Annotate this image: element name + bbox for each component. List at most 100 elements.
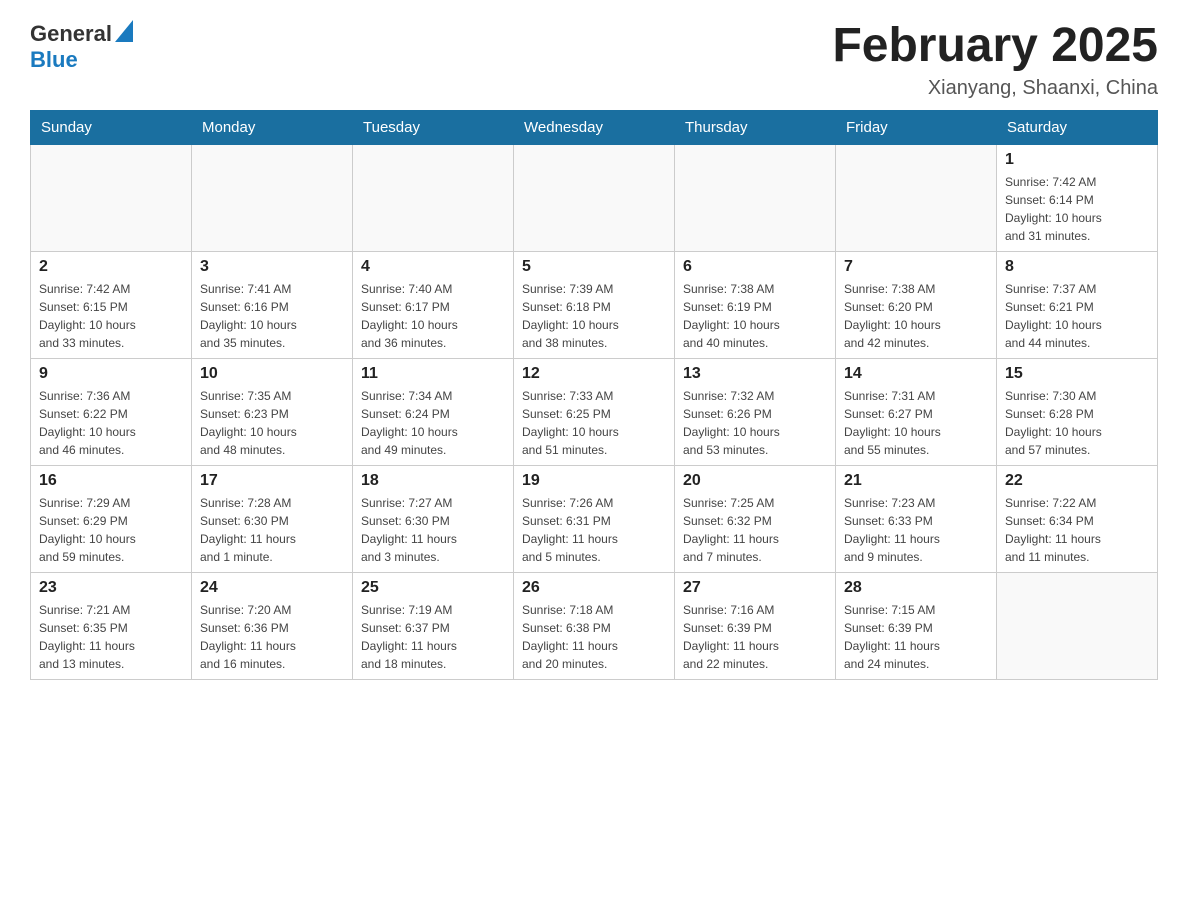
day-number: 25: [361, 579, 505, 597]
day-info: Sunrise: 7:27 AM Sunset: 6:30 PM Dayligh…: [361, 494, 505, 566]
calendar-cell: 26 Sunrise: 7:18 AM Sunset: 6:38 PM Dayli…: [514, 572, 675, 679]
day-number: 27: [683, 579, 827, 597]
calendar-cell: 10 Sunrise: 7:35 AM Sunset: 6:23 PM Dayli…: [192, 358, 353, 465]
day-number: 15: [1005, 365, 1149, 383]
day-info: Sunrise: 7:15 AM Sunset: 6:39 PM Dayligh…: [844, 601, 988, 673]
day-number: 4: [361, 258, 505, 276]
calendar-cell: 27 Sunrise: 7:16 AM Sunset: 6:39 PM Dayli…: [675, 572, 836, 679]
calendar-cell: 19 Sunrise: 7:26 AM Sunset: 6:31 PM Dayli…: [514, 465, 675, 572]
day-number: 16: [39, 472, 183, 490]
weekday-header-tuesday: Tuesday: [353, 110, 514, 144]
day-number: 1: [1005, 151, 1149, 169]
day-info: Sunrise: 7:28 AM Sunset: 6:30 PM Dayligh…: [200, 494, 344, 566]
day-number: 13: [683, 365, 827, 383]
calendar-cell: 25 Sunrise: 7:19 AM Sunset: 6:37 PM Dayli…: [353, 572, 514, 679]
day-info: Sunrise: 7:33 AM Sunset: 6:25 PM Dayligh…: [522, 387, 666, 459]
calendar-cell: 11 Sunrise: 7:34 AM Sunset: 6:24 PM Dayli…: [353, 358, 514, 465]
calendar-table: SundayMondayTuesdayWednesdayThursdayFrid…: [30, 110, 1158, 680]
day-info: Sunrise: 7:21 AM Sunset: 6:35 PM Dayligh…: [39, 601, 183, 673]
calendar-cell: 2 Sunrise: 7:42 AM Sunset: 6:15 PM Daylig…: [31, 251, 192, 358]
calendar-cell: 18 Sunrise: 7:27 AM Sunset: 6:30 PM Dayli…: [353, 465, 514, 572]
day-info: Sunrise: 7:42 AM Sunset: 6:15 PM Dayligh…: [39, 280, 183, 352]
day-info: Sunrise: 7:25 AM Sunset: 6:32 PM Dayligh…: [683, 494, 827, 566]
week-row-2: 2 Sunrise: 7:42 AM Sunset: 6:15 PM Daylig…: [31, 251, 1158, 358]
logo-blue-text: Blue: [30, 47, 78, 73]
calendar-cell: 20 Sunrise: 7:25 AM Sunset: 6:32 PM Dayli…: [675, 465, 836, 572]
day-number: 14: [844, 365, 988, 383]
day-number: 19: [522, 472, 666, 490]
weekday-header-monday: Monday: [192, 110, 353, 144]
day-info: Sunrise: 7:20 AM Sunset: 6:36 PM Dayligh…: [200, 601, 344, 673]
day-number: 17: [200, 472, 344, 490]
calendar-cell: [836, 144, 997, 251]
calendar-cell: 6Sunrise: 7:38 AM Sunset: 6:19 PM Daylig…: [675, 251, 836, 358]
day-info: Sunrise: 7:29 AM Sunset: 6:29 PM Dayligh…: [39, 494, 183, 566]
day-number: 22: [1005, 472, 1149, 490]
calendar-cell: 21 Sunrise: 7:23 AM Sunset: 6:33 PM Dayli…: [836, 465, 997, 572]
day-info: Sunrise: 7:35 AM Sunset: 6:23 PM Dayligh…: [200, 387, 344, 459]
day-number: 20: [683, 472, 827, 490]
calendar-cell: 24 Sunrise: 7:20 AM Sunset: 6:36 PM Dayli…: [192, 572, 353, 679]
weekday-header-wednesday: Wednesday: [514, 110, 675, 144]
day-info: Sunrise: 7:40 AM Sunset: 6:17 PM Dayligh…: [361, 280, 505, 352]
calendar-cell: 9Sunrise: 7:36 AM Sunset: 6:22 PM Daylig…: [31, 358, 192, 465]
week-row-1: 1 Sunrise: 7:42 AM Sunset: 6:14 PM Daylig…: [31, 144, 1158, 251]
day-number: 21: [844, 472, 988, 490]
day-number: 24: [200, 579, 344, 597]
day-number: 10: [200, 365, 344, 383]
day-info: Sunrise: 7:23 AM Sunset: 6:33 PM Dayligh…: [844, 494, 988, 566]
day-number: 6: [683, 258, 827, 276]
calendar-cell: [192, 144, 353, 251]
day-number: 5: [522, 258, 666, 276]
day-number: 28: [844, 579, 988, 597]
calendar-cell: [675, 144, 836, 251]
calendar-cell: 15 Sunrise: 7:30 AM Sunset: 6:28 PM Dayli…: [997, 358, 1158, 465]
calendar-cell: 1 Sunrise: 7:42 AM Sunset: 6:14 PM Daylig…: [997, 144, 1158, 251]
calendar-cell: 8Sunrise: 7:37 AM Sunset: 6:21 PM Daylig…: [997, 251, 1158, 358]
day-info: Sunrise: 7:34 AM Sunset: 6:24 PM Dayligh…: [361, 387, 505, 459]
calendar-cell: 16 Sunrise: 7:29 AM Sunset: 6:29 PM Dayli…: [31, 465, 192, 572]
calendar-cell: [514, 144, 675, 251]
weekday-header-friday: Friday: [836, 110, 997, 144]
calendar-cell: 3Sunrise: 7:41 AM Sunset: 6:16 PM Daylig…: [192, 251, 353, 358]
day-info: Sunrise: 7:19 AM Sunset: 6:37 PM Dayligh…: [361, 601, 505, 673]
day-number: 18: [361, 472, 505, 490]
day-info: Sunrise: 7:30 AM Sunset: 6:28 PM Dayligh…: [1005, 387, 1149, 459]
day-info: Sunrise: 7:36 AM Sunset: 6:22 PM Dayligh…: [39, 387, 183, 459]
day-info: Sunrise: 7:32 AM Sunset: 6:26 PM Dayligh…: [683, 387, 827, 459]
calendar-cell: 12 Sunrise: 7:33 AM Sunset: 6:25 PM Dayli…: [514, 358, 675, 465]
calendar-cell: 7 Sunrise: 7:38 AM Sunset: 6:20 PM Daylig…: [836, 251, 997, 358]
day-info: Sunrise: 7:38 AM Sunset: 6:20 PM Dayligh…: [844, 280, 988, 352]
month-title: February 2025: [832, 20, 1158, 73]
day-number: 3: [200, 258, 344, 276]
calendar-cell: 22Sunrise: 7:22 AM Sunset: 6:34 PM Dayli…: [997, 465, 1158, 572]
day-info: Sunrise: 7:37 AM Sunset: 6:21 PM Dayligh…: [1005, 280, 1149, 352]
title-block: February 2025 Xianyang, Shaanxi, China: [832, 20, 1158, 100]
calendar-cell: [31, 144, 192, 251]
weekday-header-row: SundayMondayTuesdayWednesdayThursdayFrid…: [31, 110, 1158, 144]
calendar-cell: 14 Sunrise: 7:31 AM Sunset: 6:27 PM Dayli…: [836, 358, 997, 465]
calendar-cell: 13 Sunrise: 7:32 AM Sunset: 6:26 PM Dayli…: [675, 358, 836, 465]
day-info: Sunrise: 7:42 AM Sunset: 6:14 PM Dayligh…: [1005, 173, 1149, 245]
page-header: General Blue February 2025 Xianyang, Sha…: [30, 20, 1158, 100]
calendar-cell: 28 Sunrise: 7:15 AM Sunset: 6:39 PM Dayli…: [836, 572, 997, 679]
day-info: Sunrise: 7:16 AM Sunset: 6:39 PM Dayligh…: [683, 601, 827, 673]
day-number: 26: [522, 579, 666, 597]
day-info: Sunrise: 7:18 AM Sunset: 6:38 PM Dayligh…: [522, 601, 666, 673]
weekday-header-thursday: Thursday: [675, 110, 836, 144]
calendar-cell: 4 Sunrise: 7:40 AM Sunset: 6:17 PM Daylig…: [353, 251, 514, 358]
weekday-header-sunday: Sunday: [31, 110, 192, 144]
day-number: 12: [522, 365, 666, 383]
day-number: 23: [39, 579, 183, 597]
calendar-cell: [997, 572, 1158, 679]
day-info: Sunrise: 7:31 AM Sunset: 6:27 PM Dayligh…: [844, 387, 988, 459]
calendar-cell: 23 Sunrise: 7:21 AM Sunset: 6:35 PM Dayli…: [31, 572, 192, 679]
week-row-5: 23 Sunrise: 7:21 AM Sunset: 6:35 PM Dayli…: [31, 572, 1158, 679]
day-number: 11: [361, 365, 505, 383]
logo-general-text: General: [30, 21, 112, 47]
day-number: 7: [844, 258, 988, 276]
location-text: Xianyang, Shaanxi, China: [832, 77, 1158, 100]
week-row-4: 16 Sunrise: 7:29 AM Sunset: 6:29 PM Dayli…: [31, 465, 1158, 572]
day-number: 2: [39, 258, 183, 276]
day-info: Sunrise: 7:26 AM Sunset: 6:31 PM Dayligh…: [522, 494, 666, 566]
